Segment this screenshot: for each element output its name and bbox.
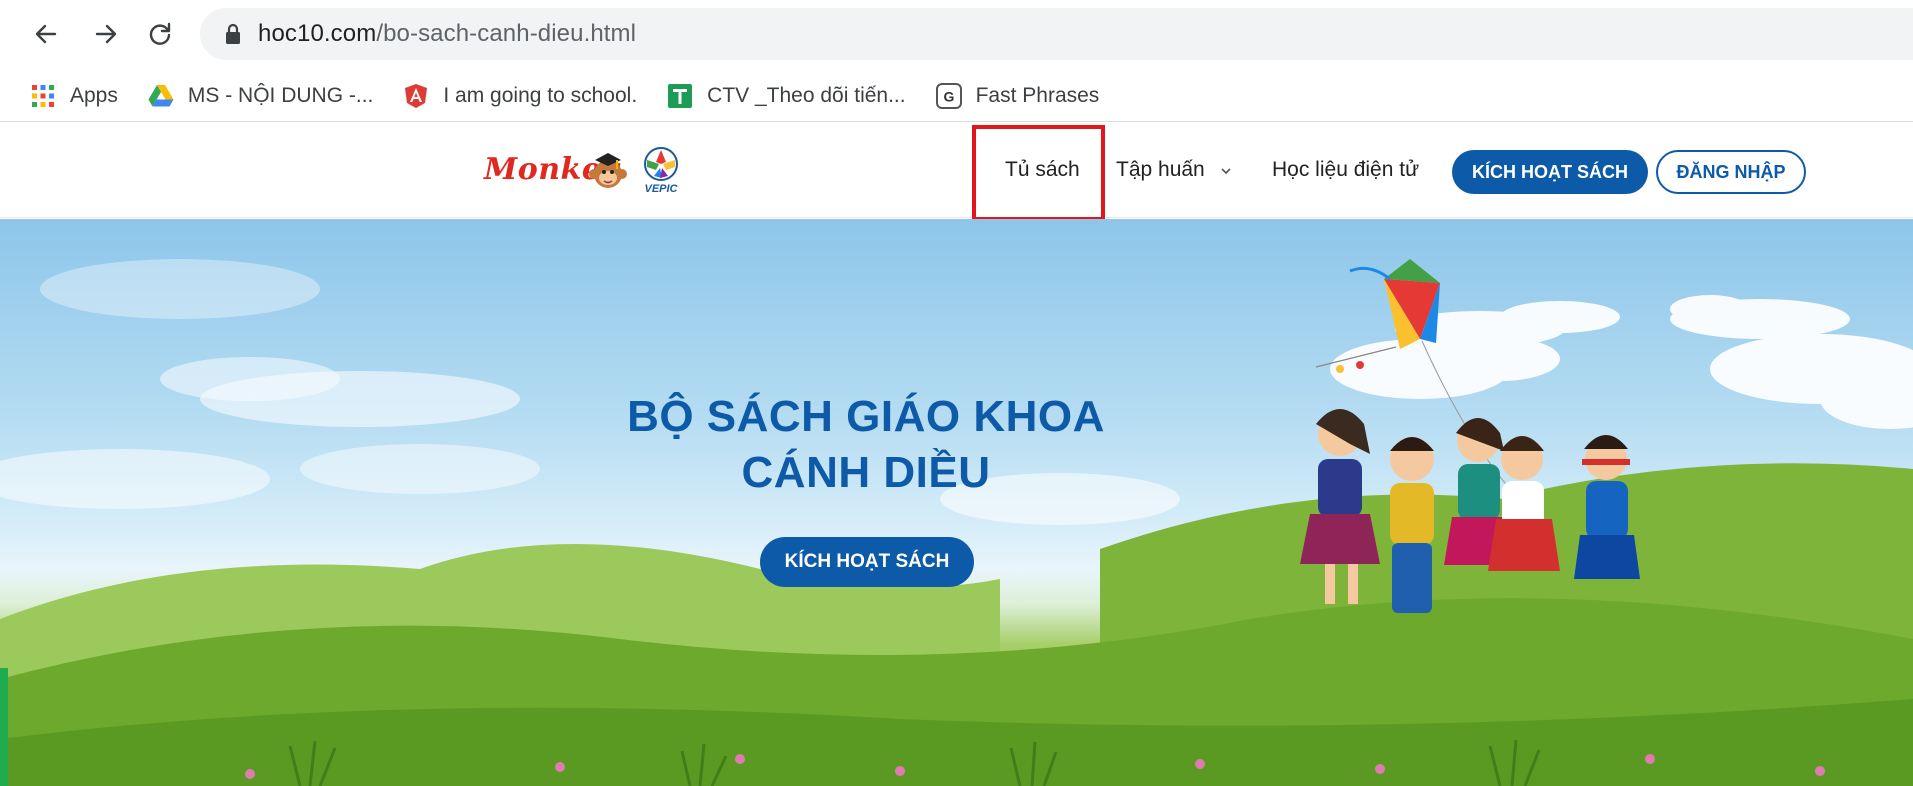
nav-training-label: Tập huấn bbox=[1116, 158, 1205, 181]
forward-button[interactable] bbox=[88, 16, 124, 52]
lock-icon bbox=[224, 23, 242, 45]
bookmark-label: I am going to school. bbox=[443, 83, 638, 107]
svg-text:VEPIC: VEPIC bbox=[644, 183, 678, 194]
vepic-logo-icon: VEPIC bbox=[638, 146, 684, 199]
hero-activate-button[interactable]: KÍCH HOẠT SÁCH bbox=[760, 537, 974, 587]
browser-toolbar: hoc10.com/bo-sach-canh-dieu.html bbox=[0, 0, 1913, 70]
hero-illustration bbox=[0, 259, 1913, 786]
hero-title-line-1: BỘ SÁCH GIÁO KHOA bbox=[627, 392, 1105, 441]
url-host: hoc10.com bbox=[258, 20, 377, 47]
bookmark-apps[interactable]: Apps bbox=[30, 83, 118, 109]
address-bar[interactable]: hoc10.com/bo-sach-canh-dieu.html bbox=[200, 8, 1913, 60]
bookmark-label: Fast Phrases bbox=[975, 83, 1100, 107]
sheets-icon bbox=[667, 83, 693, 109]
monkey-mascot-icon bbox=[586, 150, 630, 195]
nav-training[interactable]: Tập huấn bbox=[1116, 158, 1233, 182]
address-url[interactable]: hoc10.com/bo-sach-canh-dieu.html bbox=[258, 20, 636, 48]
bookmark-ctv-theo-doi[interactable]: CTV _Theo dõi tiến... bbox=[667, 83, 906, 109]
activate-book-button[interactable]: KÍCH HOẠT SÁCH bbox=[1452, 150, 1648, 194]
login-button[interactable]: ĐĂNG NHẬP bbox=[1656, 150, 1806, 194]
back-button[interactable] bbox=[28, 16, 64, 52]
bookmark-label: CTV _Theo dõi tiến... bbox=[707, 83, 906, 107]
reload-icon bbox=[149, 22, 171, 45]
url-path: /bo-sach-canh-dieu.html bbox=[376, 20, 637, 47]
side-floating-tab[interactable] bbox=[0, 668, 8, 786]
highlight-annotation-box bbox=[972, 125, 1105, 221]
apps-grid-icon bbox=[30, 83, 56, 109]
bookmarks-bar: Apps MS - NỘI DUNG -... I am going to sc… bbox=[0, 70, 1913, 122]
hero-title: BỘ SÁCH GIÁO KHOA CÁNH DIỀU bbox=[560, 389, 1172, 501]
fast-phrases-icon: G bbox=[935, 82, 962, 109]
back-arrow-icon bbox=[35, 24, 57, 44]
hero-banner: BỘ SÁCH GIÁO KHOA CÁNH DIỀU KÍCH HOẠT SÁ… bbox=[0, 219, 1913, 786]
reload-button[interactable] bbox=[142, 16, 178, 52]
svg-text:G: G bbox=[943, 88, 954, 104]
bookmark-label: Apps bbox=[70, 83, 118, 107]
hero-title-line-2: CÁNH DIỀU bbox=[741, 448, 991, 497]
bookmark-ms-noi-dung[interactable]: MS - NỘI DUNG -... bbox=[148, 83, 374, 109]
bookmark-going-to-school[interactable]: I am going to school. bbox=[403, 83, 637, 109]
angular-icon bbox=[403, 83, 429, 109]
forward-arrow-icon bbox=[95, 24, 117, 44]
chevron-down-icon bbox=[1221, 168, 1231, 175]
bookmark-fast-phrases[interactable]: G Fast Phrases bbox=[935, 82, 1100, 109]
nav-e-materials[interactable]: Học liệu điện tử bbox=[1272, 158, 1419, 182]
google-drive-icon bbox=[148, 83, 174, 109]
bookmark-label: MS - NỘI DUNG -... bbox=[187, 83, 374, 107]
